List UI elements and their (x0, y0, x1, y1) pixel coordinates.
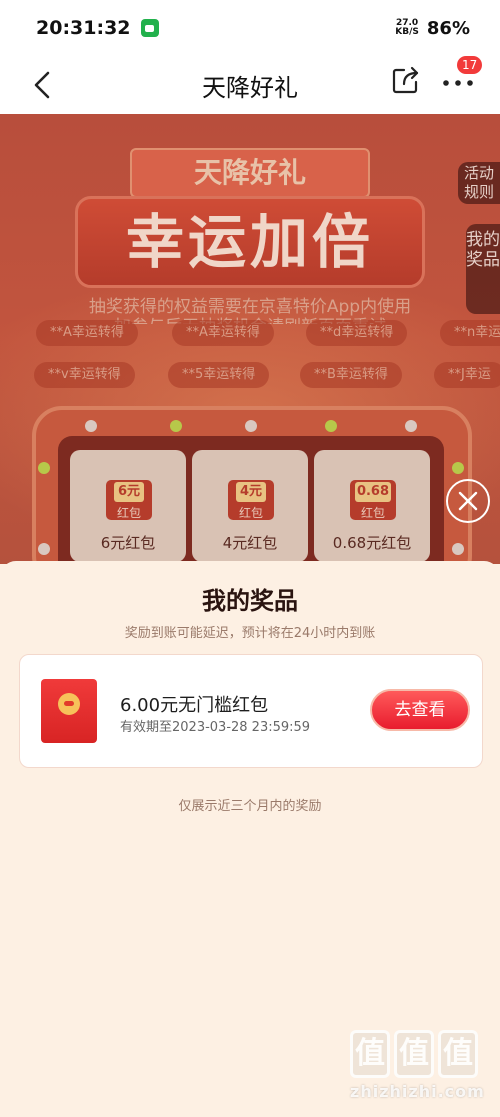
prize-envelope-label: 红包 (360, 506, 385, 520)
reward-amount: 6.00元无门槛红包 (120, 695, 269, 716)
message-app-icon (140, 19, 159, 37)
winner-ticker-item: **A幸运转得 (36, 320, 138, 346)
winner-ticker-item: **J幸运 (434, 362, 500, 388)
notification-badge: 17 (457, 56, 483, 74)
hero-sub-title: 天降好礼 (130, 148, 370, 198)
navigation-bar: 天降好礼 17 (0, 56, 500, 114)
winner-ticker-item: **n幸运 (440, 320, 500, 346)
winner-ticker-item: **B幸运转得 (300, 362, 402, 388)
winner-ticker-row-1: **A幸运转得 **A幸运转得 **d幸运转得 **n幸运 (0, 320, 500, 350)
rules-tab[interactable]: 活动规则 (458, 162, 500, 204)
red-packet-icon (41, 679, 97, 743)
prize-envelope-label: 红包 (116, 506, 141, 520)
prize-amount: 6元 (114, 482, 144, 502)
page-title: 天降好礼 (202, 73, 298, 102)
machine-light (85, 420, 97, 432)
sheet-footer-note: 仅展示近三个月内的奖励 (178, 799, 322, 814)
prize-name: 6元红包 (100, 534, 156, 552)
close-sheet-button[interactable] (446, 479, 490, 523)
watermark-text: zhizhizhi.com (350, 1082, 485, 1101)
battery-level: 86% (426, 17, 470, 39)
watermark-logo-char: 值 (438, 1030, 478, 1078)
watermark-logo-char: 值 (350, 1030, 390, 1078)
reward-card: 6.00元无门槛红包 有效期至2023-03-28 23:59:59 去查看 (19, 654, 483, 768)
machine-light (405, 420, 417, 432)
prize-name: 0.68元红包 (332, 534, 412, 552)
prize-slot: 6元 红包 6元红包 (70, 450, 186, 562)
prize-slot: 0.68 红包 0.68元红包 (314, 450, 430, 562)
winner-ticker-item: **d幸运转得 (306, 320, 408, 346)
close-icon (458, 491, 478, 511)
machine-light (245, 420, 257, 432)
sheet-title: 我的奖品 (202, 587, 298, 615)
winner-ticker-row-2: **v幸运转得 **5幸运转得 **B幸运转得 **J幸运 (0, 362, 500, 392)
prize-envelope-label: 红包 (238, 506, 263, 520)
prize-amount: 0.68 (355, 482, 391, 502)
net-speed-unit: KB/S (395, 27, 419, 37)
machine-light (452, 543, 464, 555)
reward-expiry: 有效期至2023-03-28 23:59:59 (120, 720, 311, 735)
my-prizes-tab[interactable]: 我的奖品 (466, 224, 500, 314)
prize-slot: 4元 红包 4元红包 (192, 450, 308, 562)
network-speed: 27.0 KB/S (395, 19, 419, 37)
sheet-notice: 奖励到账可能延迟，预计将在24小时内到账 (124, 626, 376, 641)
share-icon[interactable] (390, 64, 422, 96)
status-time: 20:31:32 (36, 17, 131, 39)
watermark-logo-char: 值 (394, 1030, 434, 1078)
view-reward-button[interactable]: 去查看 (370, 689, 470, 731)
winner-ticker-item: **A幸运转得 (172, 320, 274, 346)
winner-ticker-item: **v幸运转得 (34, 362, 135, 388)
site-watermark: 值 值 值 zhizhizhi.com (350, 1030, 500, 1117)
machine-light (38, 462, 50, 474)
machine-light (170, 420, 182, 432)
machine-light (325, 420, 337, 432)
prize-name: 4元红包 (222, 534, 278, 552)
machine-light (38, 543, 50, 555)
status-bar: 20:31:32 27.0 KB/S 86% (0, 0, 500, 56)
watermark-logo: 值 值 值 (350, 1030, 500, 1078)
hero-main-title: 幸运加倍 (75, 196, 425, 288)
prize-amount: 4元 (236, 482, 266, 502)
back-arrow-icon[interactable] (28, 65, 58, 105)
machine-light (452, 462, 464, 474)
winner-ticker-item: **5幸运转得 (168, 362, 270, 388)
